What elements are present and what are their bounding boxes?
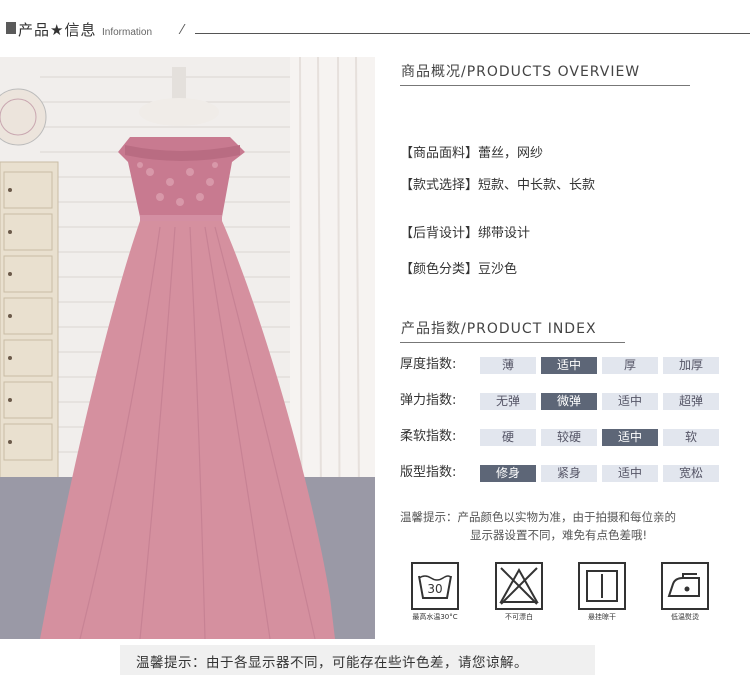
info-value: 蕾丝，网纱: [478, 146, 544, 161]
index-option: 软: [663, 429, 719, 446]
index-heading: 产品指数/PRODUCT INDEX: [401, 321, 597, 337]
wash-temp: 30: [427, 582, 442, 596]
index-option: 超弹: [663, 393, 719, 410]
note-line-1: 温馨提示：产品颜色以实物为准，由于拍摄和每位亲的: [400, 510, 676, 524]
index-row-elasticity: 弹力指数: 无弹 微弹 适中 超弹: [400, 391, 730, 411]
care-caption: 最高水温30°C: [412, 613, 458, 621]
info-value: 豆沙色: [478, 262, 518, 277]
info-tag: 【款式选择】: [400, 178, 479, 193]
index-option: 较硬: [541, 429, 597, 446]
index-label: 柔软指数:: [400, 429, 457, 444]
index-label: 版型指数:: [400, 465, 457, 480]
index-label: 厚度指数:: [400, 357, 457, 372]
index-option: 硬: [480, 429, 536, 446]
index-option: 薄: [480, 357, 536, 374]
index-divider: [400, 342, 625, 343]
index-row-softness: 柔软指数: 硬 较硬 适中 软: [400, 427, 730, 447]
footer-banner: 温馨提示：由于各显示器不同，可能存在些许色差，请您谅解。: [120, 645, 595, 675]
info-row-fabric: 【商品面料】蕾丝，网纱: [400, 142, 543, 161]
header-divider: [195, 33, 750, 34]
index-option-active: 微弹: [541, 393, 597, 410]
index-option: 宽松: [663, 465, 719, 482]
info-tag: 【颜色分类】: [400, 262, 479, 277]
hang-dry-icon: [578, 562, 626, 610]
info-value: 绑带设计: [478, 226, 531, 241]
wash-30-icon: 30: [411, 562, 459, 610]
index-row-fit: 版型指数: 修身 紧身 适中 宽松: [400, 463, 730, 483]
info-tag: 【后背设计】: [400, 226, 479, 241]
overview-divider: [400, 85, 690, 86]
index-option: 适中: [602, 393, 658, 410]
index-option: 厚: [602, 357, 658, 374]
index-option-active: 适中: [602, 429, 658, 446]
header-subtitle: Information: [102, 27, 153, 38]
color-note: 温馨提示：产品颜色以实物为准，由于拍摄和每位亲的 显示器设置不同，难免有点色差哦…: [400, 508, 676, 544]
index-option-active: 适中: [541, 357, 597, 374]
note-line-2: 显示器设置不同，难免有点色差哦!: [470, 528, 648, 542]
index-option: 无弹: [480, 393, 536, 410]
info-row-color: 【颜色分类】豆沙色: [400, 258, 517, 277]
index-option: 加厚: [663, 357, 719, 374]
care-item-hang: 悬挂晾干: [576, 562, 628, 622]
index-option: 紧身: [541, 465, 597, 482]
dress-image: [0, 57, 375, 639]
header-title: 产品★信息: [18, 21, 97, 39]
overview-heading: 商品概况/PRODUCTS OVERVIEW: [401, 64, 641, 80]
care-item-wash: 30 最高水温30°C: [409, 562, 461, 622]
section-header: 产品★信息 Information ⁄: [0, 0, 750, 56]
index-option-active: 修身: [480, 465, 536, 482]
care-item-bleach: 不可漂白: [493, 562, 545, 622]
footer-text: 温馨提示：由于各显示器不同，可能存在些许色差，请您谅解。: [136, 655, 528, 671]
product-photo: [0, 57, 375, 639]
index-row-thickness: 厚度指数: 薄 适中 厚 加厚: [400, 355, 730, 375]
care-caption: 悬挂晾干: [588, 613, 616, 621]
info-row-style: 【款式选择】短款、中长款、长款: [400, 174, 595, 193]
low-iron-icon: [661, 562, 709, 610]
info-tag: 【商品面料】: [400, 146, 479, 161]
care-caption: 低温熨烫: [671, 613, 699, 621]
care-item-iron: 低温熨烫: [659, 562, 711, 622]
info-row-back: 【后背设计】绑带设计: [400, 222, 530, 241]
pen-icon: ⁄: [181, 23, 184, 38]
info-value: 短款、中长款、长款: [478, 178, 596, 193]
header-bar-icon: [6, 22, 16, 34]
index-label: 弹力指数:: [400, 393, 457, 408]
care-caption: 不可漂白: [505, 613, 533, 621]
index-option: 适中: [602, 465, 658, 482]
no-bleach-icon: [495, 562, 543, 610]
